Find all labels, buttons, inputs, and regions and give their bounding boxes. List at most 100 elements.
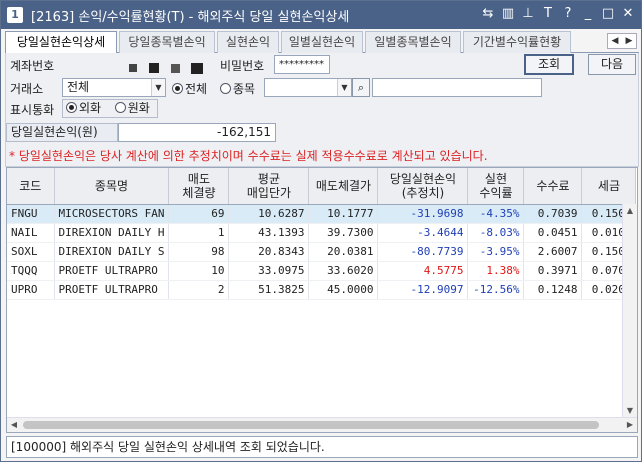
cell-sell: 33.6020 [308, 261, 379, 281]
radio-checked-icon[interactable] [172, 83, 183, 94]
cell-rate: -8.03% [467, 223, 525, 243]
col-realized-pnl[interactable]: 당일실현손익 (추정치) [377, 168, 469, 205]
filter-all-option[interactable]: 전체 [172, 80, 207, 97]
status-bar: [100000] 해외주식 당일 실현손익 상세내역 조회 되었습니다. [6, 436, 638, 458]
currency-label: 표시통화 [10, 103, 55, 117]
account-field[interactable] [62, 56, 212, 75]
radio-unchecked-icon[interactable] [114, 102, 126, 113]
tab-bar: 당일실현손익상세 당일종목별손익 실현손익 일별실현손익 일별종목별손익 기간별… [5, 31, 639, 54]
horizontal-scrollbar[interactable]: ◀ ▶ [7, 417, 637, 432]
cell-code: NAIL [7, 223, 55, 243]
cell-rate: 1.38% [467, 261, 525, 281]
col-fee[interactable]: 수수료 [523, 168, 583, 205]
filter-stock-label: 종목 [233, 82, 256, 96]
cell-avg: 10.6287 [228, 204, 310, 224]
account-label: 계좌번호 [10, 59, 55, 73]
tab-realized-pnl[interactable]: 실현손익 [217, 31, 279, 53]
cell-sell: 20.0381 [308, 242, 379, 262]
close-icon[interactable]: ✕ [621, 6, 635, 22]
window-controls: ⇆ ▥ ⊥ T ? _ □ ✕ [481, 6, 635, 22]
col-avg-price[interactable]: 평균 매입단가 [228, 168, 310, 205]
cell-code: SOXL [7, 242, 55, 262]
stock-name-field[interactable] [372, 78, 542, 97]
tab-prev-icon[interactable]: ◀ [608, 34, 622, 48]
scroll-down-icon[interactable]: ▼ [623, 404, 637, 418]
detail-table: 코드 종목명 매도 체결량 평균 매입단가 매도체결가 당일실현손익 (추정치)… [7, 168, 637, 300]
col-code[interactable]: 코드 [7, 168, 55, 205]
col-sell-qty[interactable]: 매도 체결량 [168, 168, 230, 205]
cell-pnl: -12.9097 [377, 280, 469, 300]
col-sell-price[interactable]: 매도체결가 [308, 168, 379, 205]
tab-next-icon[interactable]: ▶ [622, 34, 636, 48]
vertical-scrollbar[interactable]: ▲ ▼ [622, 204, 637, 418]
cell-qty: 69 [168, 204, 230, 224]
filter-stock-option[interactable]: 종목 [220, 80, 255, 97]
cell-qty: 1 [168, 223, 230, 243]
link-icon[interactable]: ⇆ [481, 6, 495, 22]
help-icon[interactable]: ? [561, 6, 575, 22]
pnl-label: 당일실현손익(원) [6, 123, 118, 142]
maximize-icon[interactable]: □ [601, 6, 615, 22]
cell-avg: 43.1393 [228, 223, 310, 243]
stock-code-select[interactable]: ▼ [264, 78, 352, 97]
cell-sell: 10.1777 [308, 204, 379, 224]
font-size-icon[interactable]: T [541, 6, 555, 22]
cell-sell: 39.7300 [308, 223, 379, 243]
tab-daily-realized[interactable]: 일별실현손익 [281, 31, 363, 53]
table-header-row: 코드 종목명 매도 체결량 평균 매입단가 매도체결가 당일실현손익 (추정치)… [7, 168, 637, 205]
tab-period-return[interactable]: 기간별수익률현황 [463, 31, 571, 53]
pin-icon[interactable]: ⊥ [521, 6, 535, 22]
title-bar: 1 [2163] 손익/수익률현황(T) - 해외주식 당일 실현손익상세 ⇆ … [1, 1, 641, 29]
radio-unchecked-icon[interactable] [220, 83, 231, 94]
col-return-rate[interactable]: 실현 수익률 [467, 168, 525, 205]
col-tax[interactable]: 세금 [581, 168, 637, 205]
cell-pnl: -3.4644 [377, 223, 469, 243]
pnl-value: -162,151 [118, 123, 276, 142]
scroll-up-icon[interactable]: ▲ [623, 204, 637, 218]
chevron-down-icon[interactable]: ▼ [337, 79, 351, 96]
cell-code: TQQQ [7, 261, 55, 281]
table-row[interactable]: UPRO PROETF ULTRAPRO 2 51.3825 45.0000 -… [7, 280, 637, 300]
table-row[interactable]: NAIL DIREXION DAILY H 1 43.1393 39.7300 … [7, 223, 637, 243]
exchange-select[interactable]: 전체 ▼ [62, 78, 166, 97]
cell-qty: 98 [168, 242, 230, 262]
search-icon[interactable]: ⌕ [352, 78, 370, 97]
cell-pnl: -80.7739 [377, 242, 469, 262]
minimize-icon[interactable]: _ [581, 6, 595, 22]
app-window: 1 [2163] 손익/수익률현황(T) - 해외주식 당일 실현손익상세 ⇆ … [0, 0, 642, 462]
currency-foreign-label[interactable]: 외화 [79, 101, 101, 115]
table-row[interactable]: SOXL DIREXION DAILY S 98 20.8343 20.0381… [7, 242, 637, 262]
tab-daily-stock[interactable]: 일별종목별손익 [365, 31, 461, 53]
cell-fee: 0.7039 [523, 204, 583, 224]
tab-scroll: ◀ ▶ [607, 33, 637, 49]
cell-avg: 33.0975 [228, 261, 310, 281]
cell-pnl: -31.9698 [377, 204, 469, 224]
scroll-right-icon[interactable]: ▶ [623, 418, 637, 432]
cell-sell: 45.0000 [308, 280, 379, 300]
table-row[interactable]: TQQQ PROETF ULTRAPRO 10 33.0975 33.6020 … [7, 261, 637, 281]
scroll-left-icon[interactable]: ◀ [7, 418, 21, 432]
stack-icon[interactable]: ▥ [501, 6, 515, 22]
cell-fee: 0.3971 [523, 261, 583, 281]
cell-name: MICROSECTORS FAN [54, 204, 170, 224]
chevron-down-icon[interactable]: ▼ [151, 79, 165, 96]
password-input[interactable]: ********* [274, 55, 330, 74]
cell-code: UPRO [7, 280, 55, 300]
radio-checked-icon[interactable] [66, 102, 77, 113]
cell-qty: 2 [168, 280, 230, 300]
tab-daily-by-stock[interactable]: 당일종목별손익 [119, 31, 215, 53]
tab-daily-realized-detail[interactable]: 당일실현손익상세 [5, 31, 117, 54]
col-name[interactable]: 종목명 [54, 168, 170, 205]
detail-grid: 코드 종목명 매도 체결량 평균 매입단가 매도체결가 당일실현손익 (추정치)… [6, 167, 638, 433]
cell-rate: -12.56% [467, 280, 525, 300]
app-icon: 1 [7, 7, 23, 23]
cell-name: DIREXION DAILY H [54, 223, 170, 243]
cell-pnl: 4.5775 [377, 261, 469, 281]
currency-won-label[interactable]: 원화 [128, 101, 150, 115]
exchange-select-value: 전체 [67, 80, 90, 94]
scroll-thumb[interactable] [23, 421, 599, 429]
table-row[interactable]: FNGU MICROSECTORS FAN 69 10.6287 10.1777… [7, 204, 637, 224]
window-title: [2163] 손익/수익률현황(T) - 해외주식 당일 실현손익상세 [31, 9, 350, 25]
next-button[interactable]: 다음 [588, 54, 636, 75]
inquire-button[interactable]: 조회 [524, 54, 574, 75]
